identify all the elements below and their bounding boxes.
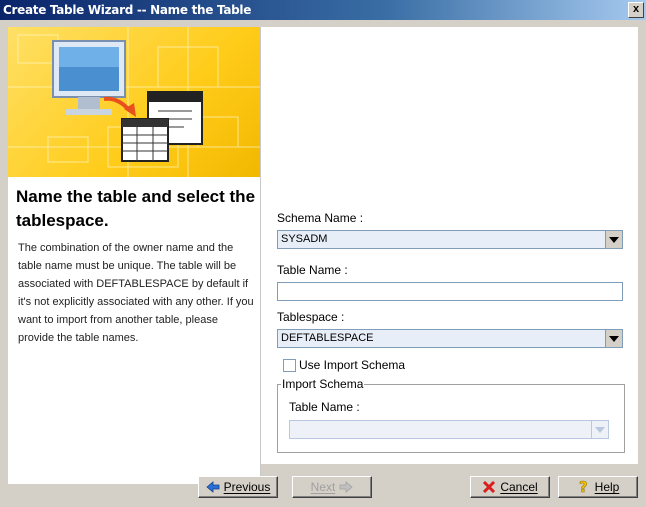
import-schema-group bbox=[277, 384, 625, 453]
tablespace-label: Tablespace : bbox=[277, 310, 345, 324]
tablespace-select[interactable]: DEFTABLESPACE bbox=[277, 329, 623, 348]
tablespace-value: DEFTABLESPACE bbox=[281, 332, 374, 344]
import-table-name-select[interactable] bbox=[289, 420, 609, 439]
wizard-window: Name the table and select the tablespace… bbox=[0, 20, 646, 507]
import-table-name-label: Table Name : bbox=[289, 400, 360, 414]
previous-label: Previous bbox=[223, 480, 271, 494]
computer-to-table-illustration-icon bbox=[8, 27, 260, 177]
schema-name-value: SYSADM bbox=[281, 233, 328, 245]
import-schema-legend: Import Schema bbox=[281, 377, 365, 391]
close-button[interactable]: x bbox=[628, 2, 644, 18]
red-x-icon bbox=[483, 481, 496, 493]
next-button[interactable]: Next bbox=[292, 476, 372, 498]
chevron-down-icon[interactable] bbox=[605, 330, 622, 347]
chevron-down-icon[interactable] bbox=[591, 421, 608, 438]
previous-button[interactable]: Previous bbox=[198, 476, 278, 498]
chevron-down-icon[interactable] bbox=[605, 231, 622, 248]
left-panel: Name the table and select the tablespace… bbox=[8, 27, 261, 484]
question-mark-icon: ? bbox=[578, 479, 588, 495]
page-description: The combination of the owner name and th… bbox=[18, 242, 254, 344]
svg-text:?: ? bbox=[579, 479, 588, 495]
title-bar: Create Table Wizard -- Name the Table x bbox=[0, 0, 646, 20]
next-label: Next bbox=[310, 480, 336, 494]
schema-name-select[interactable]: SYSADM bbox=[277, 230, 623, 249]
help-label: Help bbox=[594, 480, 620, 494]
banner-image bbox=[8, 27, 260, 177]
table-name-label: Table Name : bbox=[277, 263, 348, 277]
cancel-button[interactable]: Cancel bbox=[470, 476, 550, 498]
close-icon: x bbox=[632, 3, 640, 15]
page-heading: Name the table and select the tablespace… bbox=[16, 187, 256, 230]
use-import-schema-label: Use Import Schema bbox=[299, 358, 406, 372]
table-name-input[interactable] bbox=[277, 282, 623, 301]
schema-name-label: Schema Name : bbox=[277, 211, 364, 225]
left-arrow-icon bbox=[206, 481, 220, 493]
window-title: Create Table Wizard -- Name the Table bbox=[3, 3, 252, 17]
use-import-schema-checkbox[interactable] bbox=[283, 359, 296, 372]
help-button[interactable]: ? Help bbox=[558, 476, 638, 498]
cancel-label: Cancel bbox=[500, 480, 538, 494]
form-panel: Schema Name : SYSADM Table Name : Tables… bbox=[261, 27, 638, 464]
right-arrow-icon bbox=[339, 481, 353, 493]
